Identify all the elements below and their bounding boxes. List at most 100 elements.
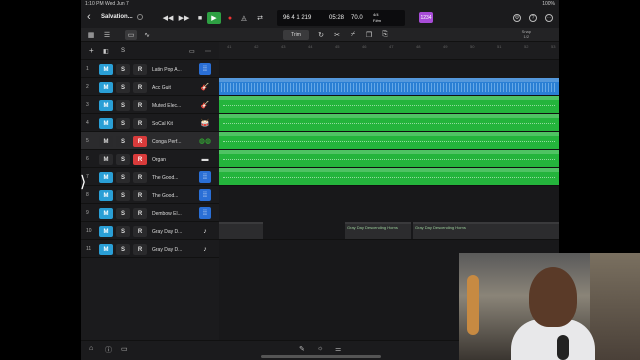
expand-chevron-icon[interactable]: ⟩ (80, 172, 86, 192)
region-muted-elec[interactable] (219, 114, 559, 131)
region-conga[interactable] (219, 150, 559, 167)
track-row[interactable]: 3 M S R Muted Elec... 🎸 (81, 96, 219, 114)
help-icon[interactable]: ? (529, 14, 537, 22)
mute-button[interactable]: M (99, 154, 113, 165)
automation-icon[interactable]: ∿ (141, 30, 153, 40)
info-icon[interactable]: ⓘ (105, 345, 112, 355)
region-organ[interactable] (219, 168, 559, 185)
track-name: Gray Day D... (152, 229, 183, 235)
mixer-icon[interactable]: ☰ (101, 30, 113, 40)
eq-sliders-icon[interactable]: ⚌ (335, 345, 341, 353)
track-row[interactable]: 1 M S R Latin Pop A... ⁞⁞ (81, 60, 219, 78)
region-acc-guit[interactable] (219, 96, 559, 113)
library-icon[interactable]: ▭ (189, 48, 195, 55)
record-arm-button[interactable]: R (133, 172, 147, 183)
region-horns-c[interactable]: Gray Day Descending Horns (413, 222, 559, 239)
record-icon: ● (227, 14, 233, 22)
record-arm-button[interactable]: R (133, 118, 147, 129)
background-shelf (590, 253, 640, 360)
record-arm-button[interactable]: R (133, 64, 147, 75)
mute-button[interactable]: M (99, 64, 113, 75)
more-icon[interactable]: ⋯ (545, 14, 553, 22)
split-icon[interactable]: ⌿ (347, 30, 359, 40)
ruler-bar-number: 42 (254, 44, 259, 49)
solo-button[interactable]: S (116, 190, 130, 201)
add-track-button[interactable]: + (89, 46, 94, 55)
mute-button[interactable]: M (99, 190, 113, 201)
browser-grid-icon[interactable]: ▦ (85, 30, 97, 40)
mute-button[interactable]: M (99, 226, 113, 237)
track-row[interactable]: 5 M S R Conga Perf... ◍◍ (81, 132, 219, 150)
record-arm-button[interactable]: R (133, 226, 147, 237)
solo-button[interactable]: S (116, 136, 130, 147)
record-arm-button[interactable]: R (133, 190, 147, 201)
region-latin-pop[interactable] (219, 78, 559, 95)
region-horns-a[interactable] (219, 222, 263, 239)
region-socal-kit[interactable] (219, 132, 559, 149)
region-horns-b[interactable]: Gray Day Descending Horns (345, 222, 411, 239)
mute-button[interactable]: M (99, 244, 113, 255)
record-arm-button[interactable]: R (133, 208, 147, 219)
solo-button[interactable]: S (116, 208, 130, 219)
record-arm-button[interactable]: R (133, 154, 147, 165)
record-arm-button[interactable]: R (133, 100, 147, 111)
lcd-display[interactable]: 96 4 1 219 05:28 70.0 4/4 F#m (277, 10, 405, 26)
count-in-badge[interactable]: 1234 (419, 12, 433, 23)
snap-control[interactable]: Snap 1/2 (522, 29, 531, 39)
solo-button[interactable]: S (116, 100, 130, 111)
stop-button[interactable]: ■ (193, 12, 207, 24)
solo-button[interactable]: S (116, 64, 130, 75)
ruler-bar-number: 45 (335, 44, 340, 49)
mute-button[interactable]: M (99, 82, 113, 93)
settings-icon[interactable]: ⚙ (513, 14, 521, 22)
mute-button[interactable]: M (99, 172, 113, 183)
solo-button[interactable]: S (116, 154, 130, 165)
track-row[interactable]: 11 M S R Gray Day D... ♪ (81, 240, 219, 258)
mute-button[interactable]: M (99, 208, 113, 219)
record-arm-button[interactable]: R (133, 82, 147, 93)
track-row[interactable]: 2 M S R Acc Guit 🎸 (81, 78, 219, 96)
cycle-button[interactable]: ⇄ (253, 12, 267, 24)
record-arm-button[interactable]: R (133, 136, 147, 147)
ruler-bar-number: 52 (524, 44, 529, 49)
copy-icon[interactable]: ❐ (363, 30, 375, 40)
solo-button[interactable]: S (116, 244, 130, 255)
track-row[interactable]: 6 M S R Organ ▬ (81, 150, 219, 168)
track-row[interactable]: 7 M S R The Good... ⁞⁞ (81, 168, 219, 186)
rewind-button[interactable]: ◀◀ (161, 12, 175, 24)
audio-icon: ⁞⁞ (199, 171, 211, 183)
record-button[interactable]: ● (223, 12, 237, 24)
record-arm-button[interactable]: R (133, 244, 147, 255)
global-mute-icon[interactable]: ◧ (103, 48, 109, 55)
track-row[interactable]: 4 M S R SoCal Kit 🥁 (81, 114, 219, 132)
panel-icon[interactable]: ▭ (121, 345, 128, 353)
mute-button[interactable]: M (99, 136, 113, 147)
timeline-ruler[interactable]: 41 42 43 44 45 46 47 48 49 50 51 52 53 (219, 42, 559, 60)
pencil-icon[interactable]: ✎ (299, 345, 305, 353)
solo-button[interactable]: S (116, 226, 130, 237)
play-button[interactable]: ▶ (207, 12, 221, 24)
view-toggle-icon[interactable]: ▭ (125, 30, 137, 40)
brightness-icon[interactable]: ☼ (317, 345, 323, 352)
audio-icon: ⁞⁞ (199, 207, 211, 219)
mute-button[interactable]: M (99, 100, 113, 111)
track-row[interactable]: 9 M S R Dembow El... ⁞⁞ (81, 204, 219, 222)
back-chevron-icon[interactable]: ‹ (87, 11, 91, 23)
solo-button[interactable]: S (116, 82, 130, 93)
project-title[interactable]: Salvation... (101, 14, 133, 20)
library-browser-icon[interactable]: ⌂ (89, 345, 93, 352)
header-more-icon[interactable]: ⋯ (205, 48, 211, 55)
track-row[interactable]: 10 M S R Gray Day D... ♪ (81, 222, 219, 240)
metronome-button[interactable]: ◬ (237, 12, 251, 24)
trim-tool-button[interactable]: Trim (283, 30, 309, 40)
mute-button[interactable]: M (99, 118, 113, 129)
solo-button[interactable]: S (116, 118, 130, 129)
loop-icon[interactable]: ↻ (315, 30, 327, 40)
forward-button[interactable]: ▶▶ (177, 12, 191, 24)
scissors-icon[interactable]: ✂ (331, 30, 343, 40)
track-row[interactable]: 8 M S R The Good... ⁞⁞ (81, 186, 219, 204)
solo-button[interactable]: S (116, 172, 130, 183)
control-bar: ‹ Salvation... ◀◀ ▶▶ ■ ▶ ● ◬ ⇄ 96 4 1 21… (81, 8, 559, 28)
paste-icon[interactable]: ⎘ (379, 30, 391, 40)
global-solo-label[interactable]: S (121, 48, 125, 54)
